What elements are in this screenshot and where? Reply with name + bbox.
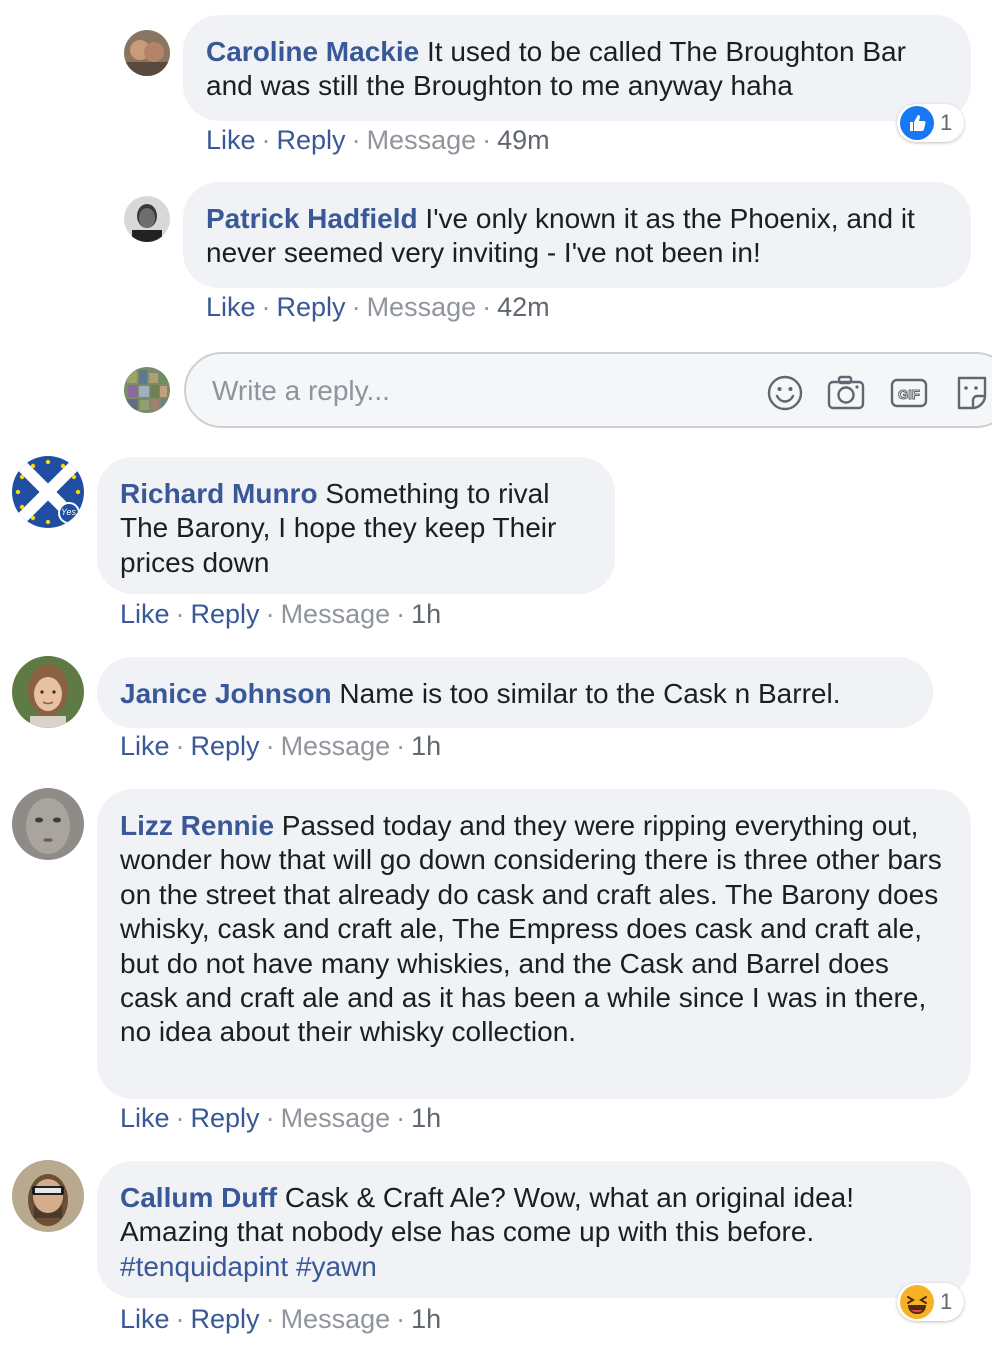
- comment-author[interactable]: Callum Duff: [120, 1182, 277, 1213]
- like-link[interactable]: Like: [120, 1304, 170, 1334]
- reply-composer[interactable]: GIF: [184, 352, 992, 428]
- reply-bubble: Patrick Hadfield I've only known it as t…: [183, 182, 971, 288]
- reply-bubble: Caroline Mackie It used to be called The…: [183, 15, 971, 121]
- avatar[interactable]: Yes: [12, 456, 84, 528]
- comment-actions: Like · Reply · Message · 1h: [120, 599, 442, 629]
- reaction-badge[interactable]: 1: [897, 1283, 965, 1321]
- timestamp[interactable]: 1h: [411, 731, 441, 761]
- comment-text: Name is too similar to the Cask n Barrel…: [339, 678, 841, 709]
- comment-body: Richard Munro Something to rival The Bar…: [120, 477, 600, 580]
- reaction-badge[interactable]: 1: [897, 104, 965, 142]
- reaction-count: 1: [940, 1289, 953, 1314]
- timestamp[interactable]: 1h: [411, 599, 441, 629]
- sticker-icon[interactable]: [953, 374, 991, 412]
- timestamp[interactable]: 49m: [497, 125, 550, 155]
- timestamp[interactable]: 42m: [497, 292, 550, 322]
- svg-text:GIF: GIF: [898, 387, 920, 402]
- reply-link[interactable]: Reply: [277, 292, 346, 322]
- comment-body: Lizz Rennie Passed today and they were r…: [120, 809, 950, 1050]
- comment-actions: Like · Reply · Message · 1h: [120, 1103, 442, 1133]
- message-link[interactable]: Message: [281, 1103, 391, 1133]
- timestamp[interactable]: 1h: [411, 1304, 441, 1334]
- like-link[interactable]: Like: [206, 125, 256, 155]
- reply-link[interactable]: Reply: [191, 1304, 260, 1334]
- like-reaction-icon: [900, 106, 934, 140]
- like-link[interactable]: Like: [120, 599, 170, 629]
- avatar[interactable]: [124, 30, 170, 76]
- comment-actions: Like · Reply · Message · 49m: [206, 125, 550, 155]
- avatar[interactable]: [12, 788, 84, 860]
- comment-actions: Like · Reply · Message · 1h: [120, 731, 442, 761]
- message-link[interactable]: Message: [281, 731, 391, 761]
- reply-link[interactable]: Reply: [191, 599, 260, 629]
- hashtag-link[interactable]: #tenquidapint: [120, 1251, 288, 1282]
- reply-input[interactable]: [212, 372, 732, 410]
- comment-author[interactable]: Patrick Hadfield: [206, 203, 418, 234]
- current-user-avatar: [124, 367, 170, 413]
- reply-link[interactable]: Reply: [277, 125, 346, 155]
- message-link[interactable]: Message: [281, 599, 391, 629]
- like-link[interactable]: Like: [120, 1103, 170, 1133]
- comment-author[interactable]: Caroline Mackie: [206, 36, 419, 67]
- like-link[interactable]: Like: [206, 292, 256, 322]
- comment-bubble: Callum Duff Cask & Craft Ale? Wow, what …: [97, 1161, 971, 1298]
- gif-icon[interactable]: GIF: [890, 374, 928, 412]
- avatar[interactable]: [124, 196, 170, 242]
- message-link[interactable]: Message: [367, 292, 477, 322]
- comment-body: Caroline Mackie It used to be called The…: [206, 35, 956, 104]
- comment-bubble: Janice Johnson Name is too similar to th…: [97, 657, 933, 728]
- message-link[interactable]: Message: [281, 1304, 391, 1334]
- avatar[interactable]: [12, 656, 84, 728]
- like-link[interactable]: Like: [120, 731, 170, 761]
- comment-bubble: Lizz Rennie Passed today and they were r…: [97, 789, 971, 1099]
- comment-actions: Like · Reply · Message · 42m: [206, 292, 550, 322]
- comment-actions: Like · Reply · Message · 1h: [120, 1304, 442, 1334]
- reply-link[interactable]: Reply: [191, 1103, 260, 1133]
- comment-body: Janice Johnson Name is too similar to th…: [120, 677, 920, 711]
- comment-author[interactable]: Richard Munro: [120, 478, 318, 509]
- comment-bubble: Richard Munro Something to rival The Bar…: [97, 457, 615, 594]
- message-link[interactable]: Message: [367, 125, 477, 155]
- reaction-count: 1: [940, 110, 953, 135]
- camera-icon[interactable]: [827, 374, 865, 412]
- comment-author[interactable]: Janice Johnson: [120, 678, 332, 709]
- hashtag-link[interactable]: #yawn: [296, 1251, 377, 1282]
- comment-body: Callum Duff Cask & Craft Ale? Wow, what …: [120, 1181, 950, 1284]
- avatar-badge-text: Yes: [61, 507, 77, 517]
- comment-text: Passed today and they were ripping every…: [120, 810, 942, 1048]
- reply-link[interactable]: Reply: [191, 731, 260, 761]
- avatar[interactable]: [12, 1160, 84, 1232]
- comment-author[interactable]: Lizz Rennie: [120, 810, 274, 841]
- comment-body: Patrick Hadfield I've only known it as t…: [206, 202, 956, 271]
- haha-reaction-icon: [900, 1285, 934, 1319]
- timestamp[interactable]: 1h: [411, 1103, 441, 1133]
- smiley-icon[interactable]: [766, 374, 804, 412]
